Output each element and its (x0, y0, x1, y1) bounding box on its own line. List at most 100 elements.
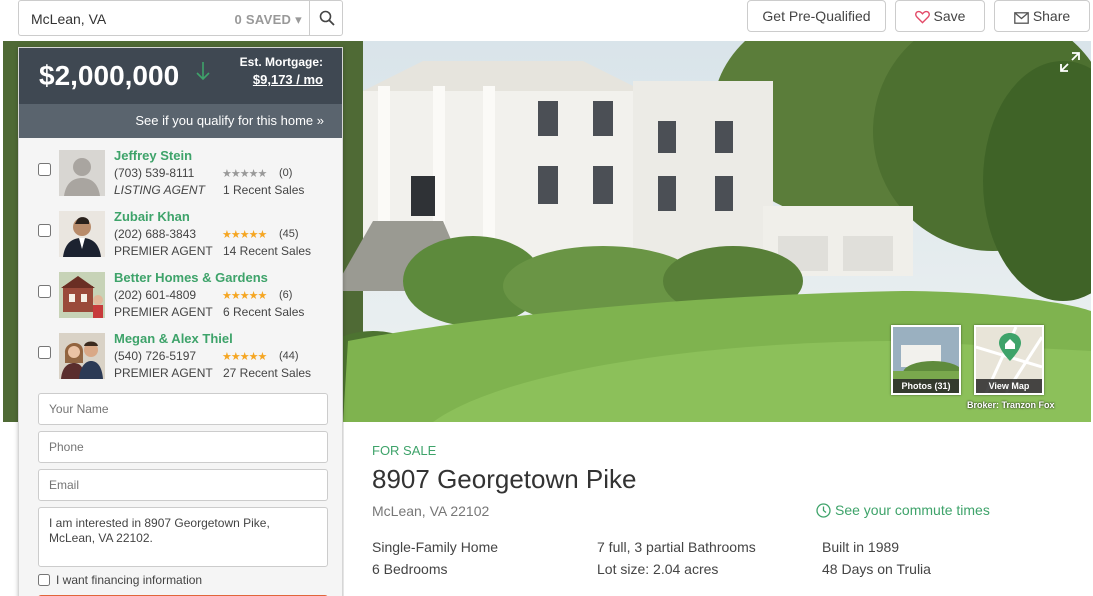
expand-icon[interactable] (1059, 51, 1081, 73)
share-button[interactable]: Share (994, 0, 1090, 32)
star-icon: ★ (248, 168, 259, 180)
email-field[interactable] (38, 469, 328, 501)
star-icon: ★ (257, 229, 268, 241)
mortgage-link[interactable]: $9,173 / mo (253, 72, 323, 87)
star-icon: ★ (222, 168, 232, 180)
star-icon: ★ (257, 290, 268, 302)
agent-role: PREMIER AGENT (114, 244, 213, 258)
star-icon: ★ (248, 229, 259, 241)
top-bar: McLean, VA 0 SAVED ▾ Get Pre-Qualified S… (0, 0, 1093, 40)
agent-review-count: (0) (279, 167, 293, 179)
mortgage-label: Est. Mortgage: (239, 55, 323, 69)
star-icon: ★ (239, 229, 250, 241)
agent-review-count: (44) (279, 350, 299, 362)
photos-count-label: Photos (31) (893, 379, 959, 393)
save-label: Save (933, 8, 966, 24)
agent-phone: (202) 601-4809 (114, 288, 197, 302)
agent-role: PREMIER AGENT (114, 366, 213, 380)
star-icon: ★ (222, 290, 232, 302)
search-input[interactable]: McLean, VA 0 SAVED ▾ (18, 0, 310, 36)
star-icon: ★ (239, 168, 250, 180)
financing-label: I want financing information (56, 573, 203, 587)
listing-details: FOR SALE 8907 Georgetown Pike McLean, VA… (344, 422, 1091, 596)
price-header: $2,000,000 Est. Mortgage: $9,173 / mo (19, 48, 342, 104)
agent-phone: (202) 688-3843 (114, 227, 197, 241)
fact-bathrooms: 7 full, 3 partial Bathrooms (597, 539, 756, 555)
agent-name[interactable]: Megan & Alex Thiel (114, 331, 233, 346)
agent-rating-stars: ★★★★★ (222, 167, 268, 180)
down-arrow-icon (196, 62, 210, 81)
agent-name[interactable]: Better Homes & Gardens (114, 270, 268, 285)
fact-days-on-market: 48 Days on Trulia (822, 561, 931, 577)
get-prequalified-button[interactable]: Get Pre-Qualified (747, 0, 886, 32)
agent-recent-sales: 6 Recent Sales (223, 305, 305, 319)
photos-thumbnail-button[interactable]: Photos (31) (891, 325, 961, 395)
agent-rating-stars: ★★★★★ (222, 228, 268, 241)
agent-avatar (59, 211, 105, 257)
page-title: 8907 Georgetown Pike (372, 464, 637, 494)
star-icon: ★ (230, 351, 241, 363)
commute-label: See your commute times (835, 502, 990, 518)
agent-phone: (703) 539-8111 (114, 166, 195, 180)
star-icon: ★ (257, 168, 268, 180)
search-button[interactable] (309, 0, 343, 36)
star-icon: ★ (222, 351, 232, 363)
status-badge: FOR SALE (372, 443, 437, 458)
agent-row-premier: Megan & Alex Thiel (540) 726-5197 PREMIE… (19, 330, 342, 391)
financing-checkbox[interactable] (38, 574, 50, 586)
agent-checkbox[interactable] (38, 346, 51, 359)
phone-field[interactable] (38, 431, 328, 463)
star-icon: ★ (257, 351, 268, 363)
agent-row-listing: Jeffrey Stein (703) 539-8111 LISTING AGE… (19, 147, 342, 208)
agent-review-count: (6) (279, 289, 293, 301)
view-map-button[interactable]: View Map (974, 325, 1044, 395)
agent-recent-sales: 14 Recent Sales (223, 244, 312, 258)
agent-recent-sales: 27 Recent Sales (223, 366, 312, 380)
message-field[interactable]: I am interested in 8907 Georgetown Pike,… (38, 507, 328, 567)
agent-avatar (59, 272, 105, 318)
star-icon: ★ (230, 290, 241, 302)
fact-property-type: Single-Family Home (372, 539, 499, 555)
qualify-bar: See if you qualify for this home » (19, 104, 342, 138)
get-prequalified-label: Get Pre-Qualified (762, 8, 871, 24)
agent-row-premier: Zubair Khan (202) 688-3843 PREMIER AGENT… (19, 208, 342, 269)
agent-review-count: (45) (279, 228, 299, 240)
agent-checkbox[interactable] (38, 285, 51, 298)
contact-agent-panel: $2,000,000 Est. Mortgage: $9,173 / mo Se… (18, 47, 343, 596)
search-icon (319, 10, 335, 26)
financing-option[interactable]: I want financing information (38, 573, 202, 587)
save-button[interactable]: Save (895, 0, 985, 32)
star-icon: ★ (248, 351, 259, 363)
listing-price: $2,000,000 (39, 60, 180, 91)
star-icon: ★ (230, 168, 241, 180)
agent-rating-stars: ★★★★★ (222, 289, 268, 302)
star-icon: ★ (239, 290, 250, 302)
listing-city: McLean, VA 22102 (372, 503, 490, 519)
star-icon: ★ (248, 290, 259, 302)
saved-searches-dropdown[interactable]: 0 SAVED ▾ (234, 12, 302, 28)
agent-phone: (540) 726-5197 (114, 349, 197, 363)
agent-role: LISTING AGENT (114, 183, 205, 197)
commute-times-link[interactable]: See your commute times (816, 502, 990, 518)
agent-avatar (59, 150, 105, 196)
agent-avatar (59, 333, 105, 379)
star-icon: ★ (230, 229, 241, 241)
heart-icon (914, 10, 930, 24)
star-icon: ★ (239, 351, 250, 363)
agent-row-premier: Better Homes & Gardens (202) 601-4809 PR… (19, 269, 342, 330)
agent-recent-sales: 1 Recent Sales (223, 183, 305, 197)
share-label: Share (1032, 8, 1071, 24)
agent-checkbox[interactable] (38, 224, 51, 237)
agent-checkbox[interactable] (38, 163, 51, 176)
fact-bedrooms: 6 Bedrooms (372, 561, 448, 577)
agent-rating-stars: ★★★★★ (222, 350, 268, 363)
search-location-text: McLean, VA (31, 11, 107, 27)
name-field[interactable] (38, 393, 328, 425)
view-map-label: View Map (976, 379, 1042, 393)
agent-role: PREMIER AGENT (114, 305, 213, 319)
broker-credit: Broker: Tranzon Fox (967, 400, 1055, 410)
agent-name[interactable]: Jeffrey Stein (114, 148, 192, 163)
agent-name[interactable]: Zubair Khan (114, 209, 190, 224)
qualify-link[interactable]: See if you qualify for this home » (135, 113, 324, 128)
mail-icon (1013, 12, 1029, 24)
